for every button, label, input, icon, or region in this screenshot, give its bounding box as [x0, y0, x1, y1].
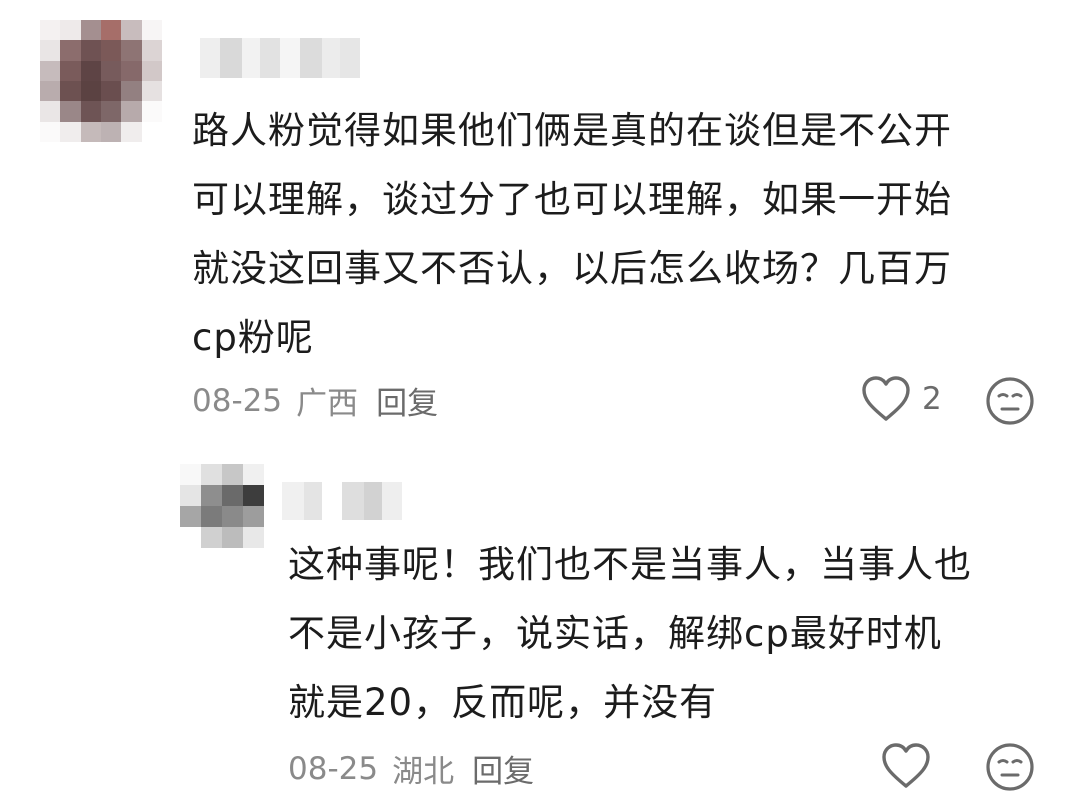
comment-meta: 08-25 湖北 回复: [288, 746, 534, 791]
comment-text: 这种事呢！我们也不是当事人，当事人也不是小孩子，说实话，解绑cp最好时机就是20…: [288, 543, 972, 724]
reply-comment: 这种事呢！我们也不是当事人，当事人也不是小孩子，说实话，解绑cp最好时机就是20…: [0, 440, 1084, 793]
comment-region: 湖北: [392, 754, 455, 790]
username-blurred[interactable]: [200, 38, 360, 78]
avatar[interactable]: [180, 464, 264, 548]
comment-meta: 08-25 广西 回复: [192, 378, 438, 423]
username-blurred[interactable]: [282, 482, 402, 520]
comment-text: 路人粉觉得如果他们俩是真的在谈但是不公开可以理解，谈过分了也可以理解，如果一开始…: [192, 109, 952, 359]
heart-outline-icon: [860, 375, 912, 423]
heart-outline-icon: [880, 742, 932, 790]
avatar[interactable]: [40, 20, 162, 142]
comment-region: 广西: [296, 386, 359, 422]
emoji-reaction-button[interactable]: [985, 742, 1035, 792]
emoji-reaction-button[interactable]: [985, 376, 1035, 426]
reply-button[interactable]: 回复: [472, 746, 534, 791]
reply-button[interactable]: 回复: [376, 378, 438, 423]
comment: 路人粉觉得如果他们俩是真的在谈但是不公开可以理解，谈过分了也可以理解，如果一开始…: [0, 0, 1084, 440]
like-button[interactable]: [880, 742, 932, 790]
neutral-face-icon: [985, 376, 1035, 426]
neutral-face-icon: [985, 742, 1035, 792]
comment-date: 08-25: [288, 750, 379, 787]
like-button[interactable]: 2: [860, 375, 942, 423]
comment-date: 08-25: [192, 382, 283, 419]
like-count: 2: [922, 381, 942, 417]
